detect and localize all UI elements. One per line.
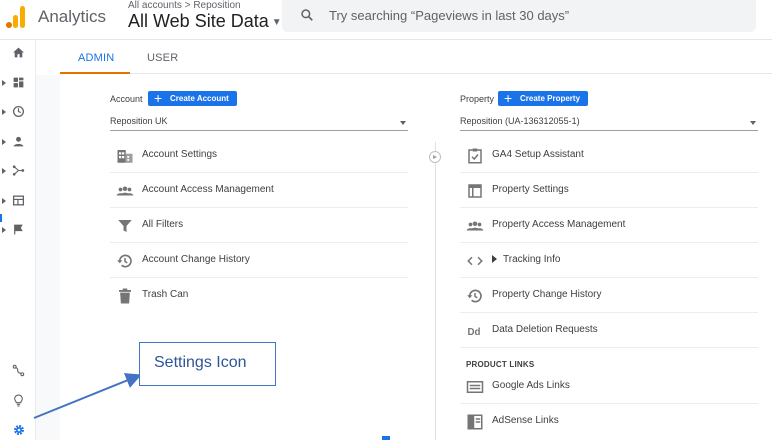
callout-text: Settings Icon (154, 354, 247, 371)
annotation-arrow (33, 373, 142, 419)
scroll-indicator (382, 436, 390, 440)
settings-icon-callout: Settings Icon (139, 342, 276, 386)
